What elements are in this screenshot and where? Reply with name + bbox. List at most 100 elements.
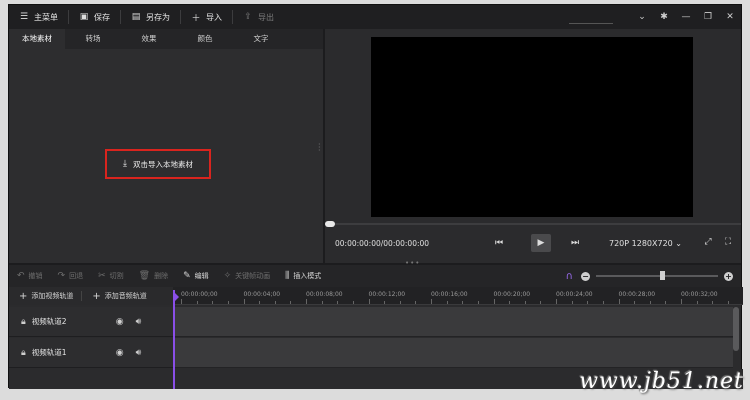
- save-as-icon: ▤: [131, 12, 141, 22]
- ruler-tick: [181, 299, 182, 304]
- save-button[interactable]: ▣ 保存: [69, 5, 120, 29]
- plus-icon: +: [19, 290, 28, 302]
- redo-label: 回退: [69, 272, 84, 280]
- preview-panel: 00:00:00:00/00:00:00:00 ⏮ ▶ ⏭ 720P 1280X…: [325, 29, 741, 263]
- redo-button[interactable]: ↷ 回退: [58, 271, 84, 281]
- add-audio-track-button[interactable]: + 添加音频轨道: [82, 291, 146, 302]
- ruler-tick: [368, 299, 370, 304]
- snapshot-icon[interactable]: ⤢: [701, 237, 715, 247]
- ruler-tick-label: 00:00:20;00: [493, 291, 531, 298]
- fullscreen-icon[interactable]: ⛶: [721, 237, 735, 247]
- ruler-tick: [337, 301, 339, 304]
- edit-label: 编辑: [194, 272, 209, 280]
- ruler-tick: [259, 301, 261, 304]
- timeline-ruler[interactable]: 00:00:00;00 00:00:04;00 00:00:08;00 00:00:1…: [173, 287, 743, 305]
- ruler-tick-label: 00:00:04;00: [243, 291, 281, 298]
- previous-frame-button[interactable]: ⏮: [489, 234, 509, 252]
- zoom-slider[interactable]: [596, 271, 718, 280]
- timeline-header: + 添加视频轨道 + 添加音频轨道: [9, 287, 173, 305]
- media-tabs: 本地素材 转场 效果 颜色 文字: [9, 29, 323, 49]
- resolution-select[interactable]: 720P 1280X720 ⌄: [609, 239, 682, 248]
- ruler-tick: [243, 299, 245, 304]
- undo-button[interactable]: ↶ 撤销: [17, 271, 43, 281]
- zoom-slider-handle[interactable]: [660, 271, 666, 280]
- insert-mode-button[interactable]: ⫼ 插入模式: [285, 271, 321, 281]
- volume-icon[interactable]: 🔊︎: [136, 317, 142, 327]
- save-as-button[interactable]: ▤ 另存为: [121, 5, 180, 29]
- ruler-tick: [587, 301, 589, 304]
- tab-colors[interactable]: 颜色: [177, 29, 233, 49]
- ruler-tick: [712, 301, 714, 304]
- chevron-down-icon[interactable]: ⌄: [631, 12, 653, 22]
- progress-handle[interactable]: [325, 221, 335, 227]
- ruler-tick: [212, 301, 214, 304]
- playhead-handle[interactable]: [173, 291, 179, 303]
- zoom-in-button[interactable]: +: [724, 271, 733, 281]
- next-frame-button[interactable]: ⏭: [565, 234, 585, 252]
- add-audio-track-label: 添加音频轨道: [104, 292, 147, 300]
- ruler-tick: [431, 299, 432, 304]
- delete-button[interactable]: 🗑 删除: [139, 271, 168, 281]
- preview-progress-bar[interactable]: [325, 221, 741, 227]
- import-label: 导入: [206, 12, 222, 22]
- play-button[interactable]: ▶: [531, 234, 551, 252]
- volume-icon[interactable]: 🔊︎: [136, 348, 142, 358]
- playhead[interactable]: [173, 290, 175, 389]
- save-as-label: 另存为: [146, 12, 170, 22]
- restore-icon[interactable]: ❐: [697, 12, 719, 22]
- import-local-media-button[interactable]: ⤓ 双击导入本地素材: [105, 149, 211, 179]
- save-label: 保存: [94, 12, 110, 22]
- ruler-tick: [290, 301, 292, 304]
- keyframe-button[interactable]: ✧ 关键帧动画: [224, 271, 271, 281]
- close-icon[interactable]: ✕: [719, 12, 741, 22]
- window-controls: ⌄ ✱ — ❐ ✕: [569, 5, 741, 29]
- tab-effects[interactable]: 效果: [121, 29, 177, 49]
- add-video-track-label: 添加视频轨道: [31, 292, 74, 300]
- eye-icon[interactable]: ◉: [116, 317, 124, 327]
- edit-button[interactable]: ✎ 编辑: [183, 271, 209, 281]
- track-header: 🔒︎ 视频轨道2 ◉ 🔊︎: [9, 307, 173, 337]
- eye-icon[interactable]: ◉: [116, 348, 124, 358]
- preview-screen: [371, 37, 693, 217]
- ruler-tick: [477, 301, 479, 304]
- export-icon: ⇪: [244, 12, 252, 22]
- zoom-out-button[interactable]: −: [581, 271, 590, 281]
- main-menu-button[interactable]: ☰ 主菜单: [9, 5, 68, 29]
- delete-label: 删除: [154, 272, 169, 280]
- ruler-tick: [571, 301, 573, 304]
- magnet-icon[interactable]: ∩: [566, 271, 573, 282]
- splitter-grip-icon[interactable]: · · ·: [318, 141, 321, 155]
- gear-icon[interactable]: ✱: [653, 12, 675, 22]
- track-lane[interactable]: [173, 307, 733, 337]
- ruler-tick: [665, 301, 667, 304]
- resolution-value: 720P 1280X720: [609, 239, 673, 248]
- main-menu-label: 主菜单: [34, 12, 58, 22]
- track-row: 🔒︎ 视频轨道2 ◉ 🔊︎: [9, 307, 743, 337]
- timeline-scrollbar[interactable]: [733, 307, 739, 351]
- add-video-track-button[interactable]: + 添加视频轨道: [9, 291, 73, 302]
- minimize-icon[interactable]: —: [675, 12, 697, 22]
- tab-local-media[interactable]: 本地素材: [9, 29, 65, 49]
- redo-icon: ↷: [57, 271, 66, 281]
- video-editor-window: ☰ 主菜单 ▣ 保存 ▤ 另存为 ＋ 导入 ⇪ 导出 ⌄ ✱ — ❐ ✕ 本地素…: [8, 4, 743, 389]
- cut-button[interactable]: ✂ 切割: [98, 271, 124, 281]
- tab-text[interactable]: 文字: [233, 29, 289, 49]
- user-area[interactable]: [569, 22, 613, 24]
- watermark: www.jb51.net: [579, 369, 744, 394]
- tab-transitions[interactable]: 转场: [65, 29, 121, 49]
- zoom-control: ∩ − +: [566, 265, 733, 287]
- lock-icon[interactable]: 🔒︎: [21, 317, 26, 327]
- ruler-tick: [321, 301, 323, 304]
- ruler-tick: [602, 301, 604, 304]
- pencil-icon: ✎: [183, 271, 191, 281]
- ruler-tick: [227, 301, 229, 304]
- import-button[interactable]: ＋ 导入: [181, 5, 232, 29]
- insert-mode-icon: ⫼: [285, 271, 290, 281]
- lock-icon[interactable]: 🔒︎: [21, 348, 26, 358]
- save-icon: ▣: [79, 12, 89, 22]
- import-local-media-label: 双击导入本地素材: [132, 159, 193, 169]
- undo-label: 撤销: [28, 272, 43, 280]
- export-button[interactable]: ⇪ 导出: [233, 5, 284, 29]
- track-lane[interactable]: [173, 338, 733, 368]
- plus-icon: +: [92, 290, 101, 302]
